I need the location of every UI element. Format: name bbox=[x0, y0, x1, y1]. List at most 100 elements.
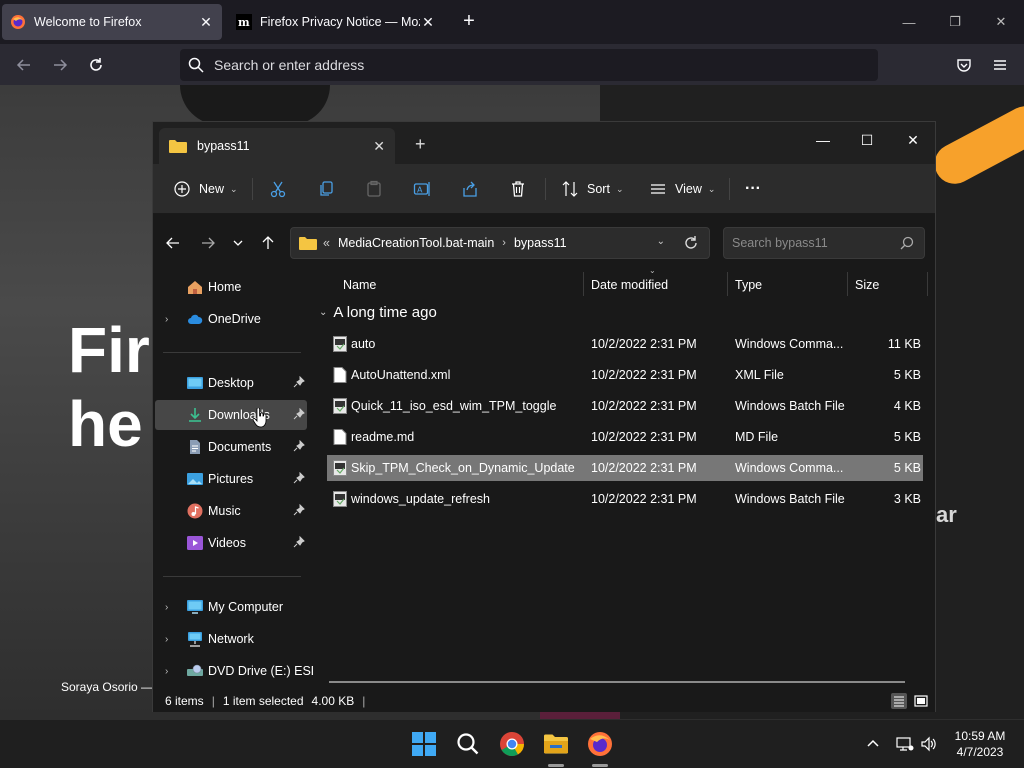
chrome-icon[interactable] bbox=[499, 731, 525, 757]
column-divider[interactable] bbox=[847, 272, 848, 296]
horizontal-scrollbar[interactable] bbox=[329, 681, 905, 683]
explorer-tab-bypass11[interactable]: bypass11 ✕ bbox=[159, 128, 395, 164]
pin-icon[interactable] bbox=[293, 504, 305, 516]
volume-icon[interactable] bbox=[920, 736, 938, 752]
tab-firefox-privacy-notice[interactable]: m Firefox Privacy Notice — Mozill ✕ bbox=[228, 4, 444, 40]
up-icon[interactable] bbox=[257, 232, 279, 254]
chevron-right-icon[interactable]: › bbox=[165, 666, 168, 677]
nav-item-pictures[interactable]: Pictures bbox=[155, 464, 307, 494]
reload-icon[interactable] bbox=[83, 52, 109, 78]
more-options-button[interactable]: ··· bbox=[745, 176, 761, 202]
pin-icon[interactable] bbox=[293, 472, 305, 484]
new-button[interactable]: New ⌄ bbox=[173, 176, 238, 202]
close-tab-icon[interactable]: ✕ bbox=[198, 14, 214, 30]
search-input[interactable] bbox=[732, 236, 892, 250]
nav-item-music[interactable]: Music bbox=[155, 496, 307, 526]
forward-icon[interactable] bbox=[197, 232, 219, 254]
firefox-icon[interactable] bbox=[587, 731, 613, 757]
network-tray-icon[interactable] bbox=[896, 736, 914, 752]
file-row[interactable]: Quick_11_iso_esd_wim_TPM_toggle 10/2/202… bbox=[327, 393, 923, 419]
column-header-date-modified[interactable]: Date modified bbox=[591, 270, 668, 300]
file-explorer-window: bypass11 ✕ + — ☐ ✕ New ⌄ A Sort ⌄ View ⌄… bbox=[152, 121, 936, 712]
back-icon[interactable] bbox=[162, 232, 184, 254]
file-row[interactable]: readme.md 10/2/2022 2:31 PM MD File 5 KB bbox=[327, 424, 923, 450]
pin-icon[interactable] bbox=[293, 408, 305, 420]
maximize-icon[interactable]: ☐ bbox=[847, 126, 887, 154]
chevron-down-icon[interactable]: ⌄ bbox=[657, 236, 665, 247]
windows-start-icon[interactable] bbox=[411, 731, 437, 757]
close-window-icon[interactable]: ✕ bbox=[893, 126, 933, 154]
refresh-icon[interactable] bbox=[683, 235, 699, 251]
file-row-selected[interactable]: Skip_TPM_Check_on_Dynamic_Update 10/2/20… bbox=[327, 455, 923, 481]
details-view-icon[interactable] bbox=[891, 693, 907, 709]
chevron-right-icon[interactable]: › bbox=[165, 602, 168, 613]
nav-item-downloads[interactable]: Downloads bbox=[155, 400, 307, 430]
cut-button[interactable] bbox=[269, 176, 287, 202]
column-header-size[interactable]: Size bbox=[855, 270, 879, 300]
file-row[interactable]: AutoUnattend.xml 10/2/2022 2:31 PM XML F… bbox=[327, 362, 923, 388]
column-divider[interactable] bbox=[583, 272, 584, 296]
sort-button[interactable]: Sort ⌄ bbox=[561, 176, 623, 202]
restore-icon[interactable]: ❐ bbox=[940, 10, 970, 34]
copy-button[interactable] bbox=[317, 176, 335, 202]
column-divider[interactable] bbox=[727, 272, 728, 296]
nav-item-my-computer[interactable]: › My Computer bbox=[155, 592, 307, 622]
share-button[interactable] bbox=[461, 176, 479, 202]
chevron-right-icon[interactable]: › bbox=[165, 314, 168, 325]
column-divider[interactable] bbox=[927, 272, 928, 296]
address-bar[interactable]: « MediaCreationTool.bat-main › bypass11 … bbox=[290, 227, 710, 259]
nav-item-documents[interactable]: Documents bbox=[155, 432, 307, 462]
file-explorer-icon[interactable] bbox=[543, 731, 569, 757]
menu-icon[interactable] bbox=[987, 52, 1013, 78]
pocket-icon[interactable] bbox=[951, 52, 977, 78]
address-input[interactable] bbox=[214, 57, 814, 73]
chevron-up-icon[interactable] bbox=[866, 736, 884, 752]
pin-icon[interactable] bbox=[293, 440, 305, 452]
file-row[interactable]: windows_update_refresh 10/2/2022 2:31 PM… bbox=[327, 486, 923, 512]
nav-item-desktop[interactable]: Desktop bbox=[155, 368, 307, 398]
file-row[interactable]: auto 10/2/2022 2:31 PM Windows Comma... … bbox=[327, 331, 923, 357]
view-button[interactable]: View ⌄ bbox=[649, 176, 715, 202]
column-header-type[interactable]: Type bbox=[735, 270, 762, 300]
new-explorer-tab-button[interactable]: + bbox=[415, 134, 426, 155]
chevron-down-icon[interactable]: ⌄ bbox=[319, 307, 327, 318]
group-header[interactable]: ⌄ A long time ago bbox=[319, 304, 437, 321]
minimize-icon[interactable]: — bbox=[894, 10, 924, 34]
nav-item-onedrive[interactable]: › OneDrive bbox=[155, 304, 307, 334]
chevron-down-icon: ⌄ bbox=[615, 183, 624, 194]
hero-heading-line2: he bbox=[68, 388, 143, 460]
tiles-view-icon[interactable] bbox=[913, 693, 929, 709]
delete-button[interactable] bbox=[509, 176, 527, 202]
minimize-icon[interactable]: — bbox=[803, 126, 843, 154]
breadcrumb-item[interactable]: bypass11 bbox=[514, 236, 567, 250]
explorer-address-row: « MediaCreationTool.bat-main › bypass11 … bbox=[153, 214, 935, 270]
breadcrumb-overflow[interactable]: « bbox=[323, 236, 330, 250]
explorer-search-box[interactable] bbox=[723, 227, 925, 259]
column-header-name[interactable]: Name bbox=[343, 270, 376, 300]
tab-welcome-to-firefox[interactable]: Welcome to Firefox ✕ bbox=[2, 4, 222, 40]
pin-icon[interactable] bbox=[293, 376, 305, 388]
nav-item-label: Home bbox=[208, 280, 242, 294]
forward-icon[interactable] bbox=[47, 52, 73, 78]
firefox-icon bbox=[11, 15, 25, 29]
search-icon[interactable] bbox=[455, 731, 481, 757]
close-tab-icon[interactable]: ✕ bbox=[420, 14, 436, 30]
rename-button[interactable]: A bbox=[413, 176, 431, 202]
new-tab-button[interactable]: + bbox=[458, 11, 480, 33]
breadcrumb-item[interactable]: MediaCreationTool.bat-main bbox=[338, 236, 494, 250]
system-clock[interactable]: 10:59 AM 4/7/2023 bbox=[950, 728, 1010, 760]
nav-item-home[interactable]: Home bbox=[155, 272, 307, 302]
url-bar[interactable] bbox=[180, 49, 878, 81]
pin-icon[interactable] bbox=[293, 536, 305, 548]
nav-item-dvd-drive[interactable]: › DVD Drive (E:) ESD- bbox=[155, 656, 324, 686]
nav-item-videos[interactable]: Videos bbox=[155, 528, 307, 558]
back-icon[interactable] bbox=[11, 52, 37, 78]
recent-locations-icon[interactable] bbox=[227, 232, 249, 254]
close-tab-icon[interactable]: ✕ bbox=[373, 138, 385, 155]
paste-button[interactable] bbox=[365, 176, 383, 202]
nav-item-network[interactable]: › Network bbox=[155, 624, 307, 654]
group-label: A long time ago bbox=[333, 304, 437, 321]
close-window-icon[interactable]: ✕ bbox=[986, 10, 1016, 34]
chevron-right-icon[interactable]: › bbox=[502, 237, 506, 249]
chevron-right-icon[interactable]: › bbox=[165, 634, 168, 645]
